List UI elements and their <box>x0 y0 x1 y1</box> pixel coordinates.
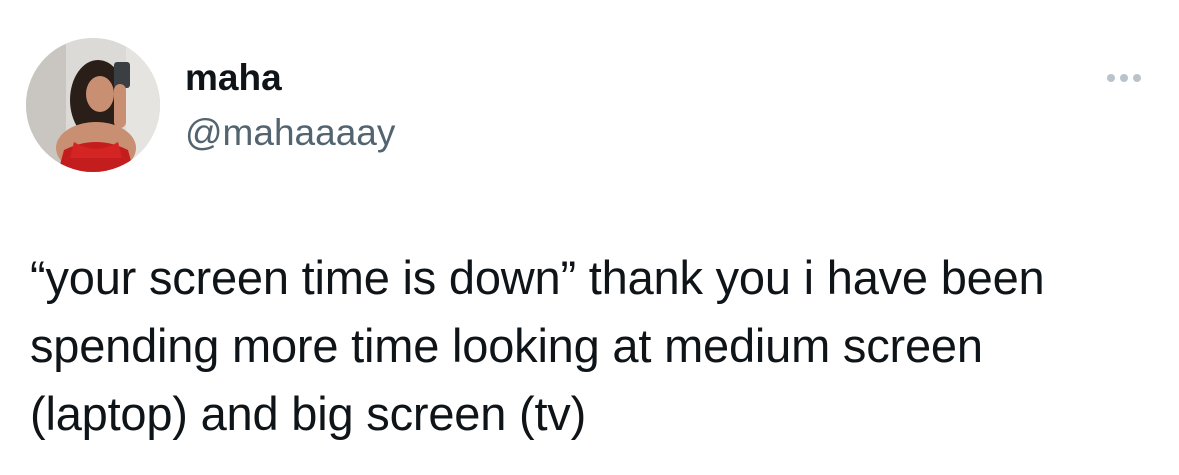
tweet-text: “your screen time is down” thank you i h… <box>30 244 1160 448</box>
more-horizontal-icon <box>1107 74 1115 82</box>
display-name[interactable]: maha <box>185 56 282 100</box>
more-horizontal-icon-dot <box>1133 74 1141 82</box>
user-handle[interactable]: @mahaaaay <box>185 111 395 155</box>
tweet-text-line: spending more time looking at medium scr… <box>30 319 983 372</box>
more-options-button[interactable] <box>1096 60 1152 96</box>
avatar[interactable] <box>26 38 160 172</box>
tweet-text-line: (laptop) and big screen (tv) <box>30 387 587 440</box>
tweet-card: maha @mahaaaay “your screen time is down… <box>0 0 1179 475</box>
more-horizontal-icon-dot <box>1120 74 1128 82</box>
profile-photo-icon <box>26 38 160 172</box>
tweet-text-line: “your screen time is down” thank you i h… <box>30 251 1045 304</box>
